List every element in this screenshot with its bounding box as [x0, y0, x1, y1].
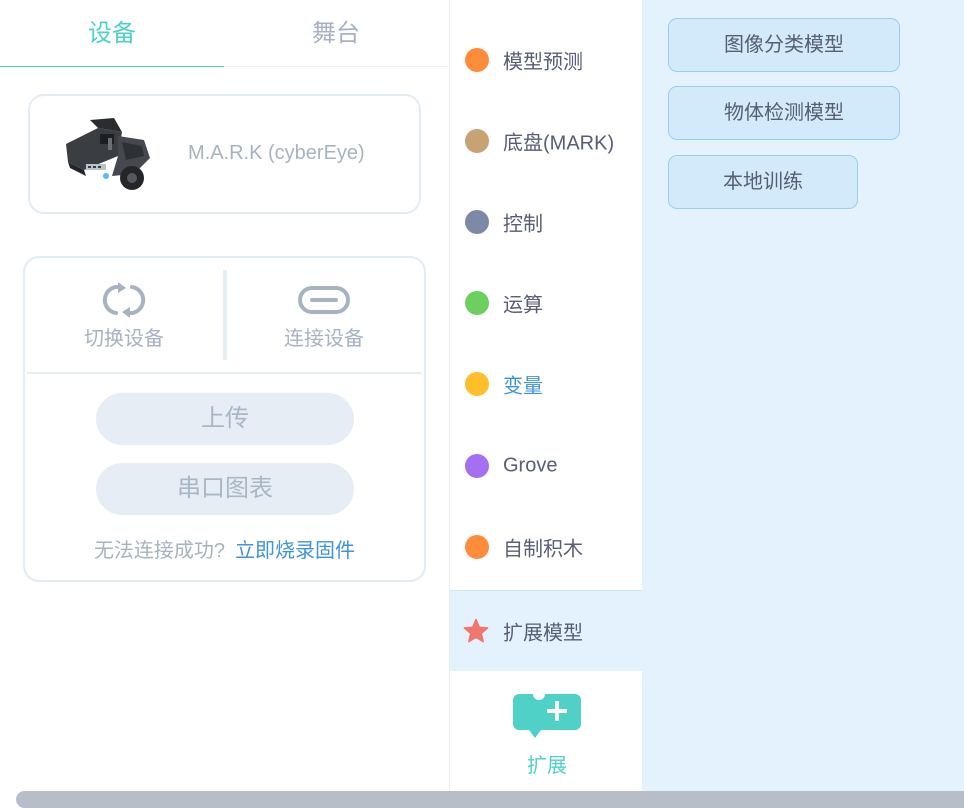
- category-variables[interactable]: 变量: [450, 344, 643, 424]
- device-actions-card: 切换设备 连接设备 上传 串口图表 无法连接成功? 立即烧录固件: [23, 256, 426, 582]
- category-label: 底盘(MARK): [503, 132, 615, 155]
- category-dot-icon: [465, 291, 489, 315]
- device-panel: 设备 舞台 M.A.R.K (cyberEye) 切换设备 连接设备 上传 串口…: [0, 0, 448, 808]
- serial-chart-button[interactable]: 串口图表: [96, 463, 354, 515]
- robot-car-image: [66, 118, 150, 190]
- flash-firmware-link[interactable]: 立即烧录固件: [235, 540, 355, 562]
- category-grove[interactable]: Grove: [450, 426, 643, 506]
- connect-icon: [298, 286, 350, 314]
- add-extension-button[interactable]: 扩展: [505, 692, 589, 780]
- device-card[interactable]: M.A.R.K (cyberEye): [28, 94, 421, 214]
- block-palette: 图像分类模型 物体检测模型 本地训练: [642, 0, 964, 808]
- category-extension-model[interactable]: 扩展模型: [450, 590, 643, 671]
- tab-device[interactable]: 设备: [0, 0, 224, 67]
- tab-stage[interactable]: 舞台: [224, 0, 448, 67]
- category-model-prediction[interactable]: 模型预测: [450, 20, 643, 100]
- image-classification-model-button[interactable]: 图像分类模型: [668, 18, 900, 72]
- switch-device-label: 切换设备: [84, 328, 164, 350]
- category-dot-icon: [465, 372, 489, 396]
- add-extension-icon: [513, 694, 581, 738]
- category-label: Grove: [503, 454, 558, 477]
- connection-help: 无法连接成功? 立即烧录固件: [25, 534, 424, 563]
- category-dot-icon: [465, 48, 489, 72]
- connection-help-text: 无法连接成功?: [93, 540, 226, 562]
- category-label: 控制: [503, 213, 543, 236]
- category-label: 自制积木: [503, 538, 583, 561]
- category-label: 运算: [503, 294, 543, 317]
- upload-button[interactable]: 上传: [96, 393, 354, 445]
- category-dot-icon: [465, 210, 489, 234]
- block-categories: 模型预测 底盘(MARK) 控制 运算 变量 Grove 自制积木 扩展模型 扩…: [449, 0, 643, 808]
- category-label: 模型预测: [503, 51, 583, 74]
- category-dot-icon: [465, 129, 489, 153]
- connect-device-label: 连接设备: [284, 328, 364, 350]
- category-my-blocks[interactable]: 自制积木: [450, 507, 643, 587]
- category-label: 变量: [503, 375, 543, 398]
- category-dot-icon: [465, 535, 489, 559]
- device-name: M.A.R.K (cyberEye): [188, 142, 365, 164]
- connect-device-button[interactable]: 连接设备: [225, 282, 423, 362]
- object-detection-model-button[interactable]: 物体检测模型: [668, 86, 900, 140]
- horizontal-divider: [27, 372, 422, 374]
- category-operators[interactable]: 运算: [450, 263, 643, 343]
- category-label: 扩展模型: [503, 622, 583, 645]
- horizontal-scrollbar[interactable]: [16, 791, 964, 808]
- category-dot-icon: [465, 454, 489, 478]
- local-training-button[interactable]: 本地训练: [668, 155, 858, 209]
- switch-device-button[interactable]: 切换设备: [25, 282, 223, 362]
- category-chassis[interactable]: 底盘(MARK): [450, 101, 643, 181]
- add-extension-label: 扩展: [527, 755, 567, 777]
- category-control[interactable]: 控制: [450, 182, 643, 262]
- star-icon: [463, 618, 489, 643]
- switch-icon: [102, 282, 146, 318]
